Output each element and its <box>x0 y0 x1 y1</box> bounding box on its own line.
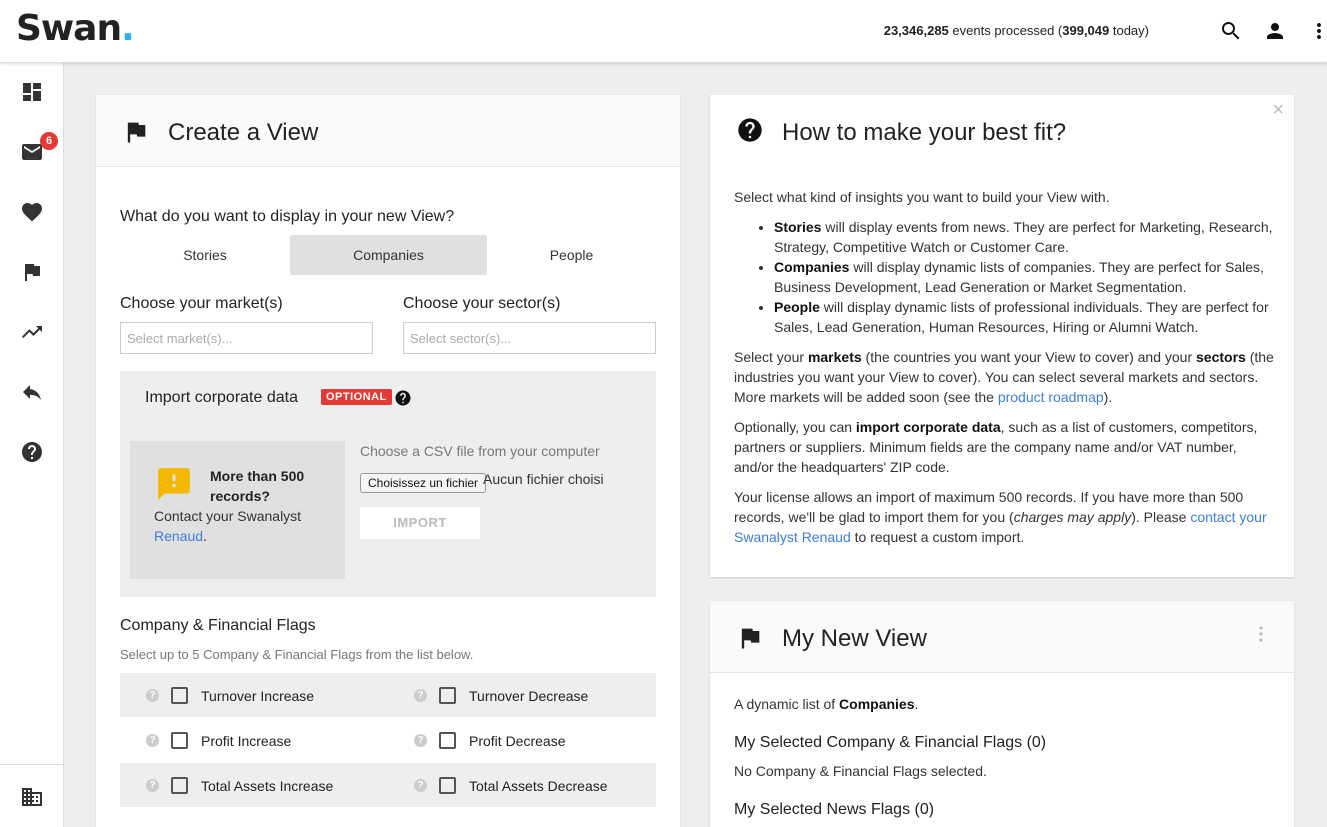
flags-subtitle: Select up to 5 Company & Financial Flags… <box>120 647 474 662</box>
new-view-header: My New View <box>710 601 1294 673</box>
sectors-select[interactable]: Select sector(s)... <box>403 322 656 354</box>
page-title: Create a View <box>168 119 319 146</box>
account-icon[interactable] <box>1263 19 1287 43</box>
sidebar: 6 <box>0 63 64 827</box>
sidebar-item-mail[interactable]: 6 <box>20 132 58 164</box>
new-view-card: My New View A dynamic list of Companies.… <box>710 601 1294 827</box>
product-roadmap-link[interactable]: product roadmap <box>998 389 1104 405</box>
records-warning: More than 500 records? Contact your Swan… <box>130 441 345 579</box>
flag-row: ? Turnover Increase ? Turnover Decrease <box>120 673 656 718</box>
markets-select[interactable]: Select market(s)... <box>120 322 373 354</box>
sidebar-divider <box>0 764 64 765</box>
help-title: How to make your best fit? <box>782 119 1067 146</box>
news-flags-heading: My Selected News Flags (0) <box>734 801 935 818</box>
checkbox[interactable] <box>439 732 456 749</box>
flag-total-assets-increase[interactable]: ? Total Assets Increase <box>146 763 386 808</box>
help-bullet-stories: Stories will display events from news. T… <box>774 217 1274 257</box>
checkbox[interactable] <box>171 687 188 704</box>
flag-icon <box>741 628 760 649</box>
new-view-description: A dynamic list of Companies. <box>734 696 919 712</box>
import-button[interactable]: IMPORT <box>360 507 480 539</box>
checkbox[interactable] <box>171 732 188 749</box>
tab-stories[interactable]: Stories <box>120 235 290 275</box>
tab-companies[interactable]: Companies <box>290 235 487 275</box>
flag-icon <box>127 122 146 143</box>
help-import-paragraph: Optionally, you can import corporate dat… <box>734 419 1258 475</box>
flag-row: ? Profit Increase ? Profit Decrease <box>120 718 656 763</box>
import-panel: Import corporate data OPTIONAL More than… <box>120 371 656 597</box>
help-license-paragraph: Your license allows an import of maximum… <box>734 489 1267 545</box>
more-vert-icon[interactable] <box>1307 19 1327 43</box>
help-body: Select what kind of insights you want to… <box>734 187 1274 557</box>
flag-total-assets-decrease[interactable]: ? Total Assets Decrease <box>414 763 654 808</box>
file-name: Aucun fichier choisi <box>483 471 604 487</box>
markets-label: Choose your market(s) <box>120 295 283 312</box>
flag-profit-decrease[interactable]: ? Profit Decrease <box>414 718 654 763</box>
reply-icon[interactable] <box>20 380 44 404</box>
info-icon[interactable]: ? <box>414 734 427 747</box>
flag-icon[interactable] <box>20 260 44 284</box>
heart-icon[interactable] <box>20 200 44 224</box>
close-icon[interactable]: × <box>1272 99 1284 122</box>
help-bullet-companies: Companies will display dynamic lists of … <box>774 257 1274 297</box>
tab-people[interactable]: People <box>487 235 656 275</box>
flag-turnover-decrease[interactable]: ? Turnover Decrease <box>414 673 654 718</box>
events-total: 23,346,285 <box>883 23 949 38</box>
top-bar: Swan. 23,346,285 events processed (399,0… <box>0 0 1327 63</box>
create-view-header: Create a View <box>96 95 680 167</box>
csv-label: Choose a CSV file from your computer <box>360 443 600 459</box>
flag-row: ? Total Assets Increase ? Total Assets D… <box>120 763 656 808</box>
flag-turnover-increase[interactable]: ? Turnover Increase <box>146 673 386 718</box>
info-icon[interactable]: ? <box>146 689 159 702</box>
mail-badge: 6 <box>40 132 58 150</box>
warning-title: More than 500 records? <box>210 468 305 504</box>
info-icon[interactable]: ? <box>414 689 427 702</box>
choose-file-button[interactable]: Choisissez un fichier <box>360 473 487 493</box>
help-card: × How to make your best fit? Select what… <box>710 95 1294 577</box>
help-bullets: Stories will display events from news. T… <box>774 217 1274 337</box>
display-question: What do you want to display in your new … <box>120 208 455 225</box>
info-icon[interactable]: ? <box>146 779 159 792</box>
flag-profit-increase[interactable]: ? Profit Increase <box>146 718 386 763</box>
checkbox[interactable] <box>439 777 456 794</box>
more-vert-icon[interactable] <box>1258 625 1264 643</box>
events-counter: 23,346,285 events processed (399,049 tod… <box>883 23 1149 38</box>
help-intro: Select what kind of insights you want to… <box>734 189 1110 205</box>
swan-logo[interactable]: Swan. <box>16 8 135 49</box>
help-markets-paragraph: Select your markets (the countries you w… <box>734 349 1274 405</box>
business-icon[interactable] <box>20 785 44 809</box>
help-icon <box>738 118 762 142</box>
sectors-label: Choose your sector(s) <box>403 295 561 312</box>
checkbox[interactable] <box>439 687 456 704</box>
create-view-card: Create a View What do you want to displa… <box>96 95 680 827</box>
info-icon[interactable]: ? <box>414 779 427 792</box>
checkbox[interactable] <box>171 777 188 794</box>
display-type-tabs: Stories Companies People <box>120 235 656 275</box>
trending-up-icon[interactable] <box>20 320 44 344</box>
help-icon[interactable] <box>394 389 412 407</box>
selected-flags-heading: My Selected Company & Financial Flags (0… <box>734 734 1047 751</box>
optional-badge: OPTIONAL <box>321 389 392 405</box>
help-bullet-people: People will display dynamic lists of pro… <box>774 297 1274 337</box>
selected-flags-empty: No Company & Financial Flags selected. <box>734 763 987 779</box>
warning-text: Contact your Swanalyst Renaud. <box>154 508 302 544</box>
search-icon[interactable] <box>1219 19 1243 43</box>
import-title: Import corporate data <box>145 389 298 406</box>
events-today: 399,049 <box>1062 23 1110 38</box>
flags-title: Company & Financial Flags <box>120 617 316 634</box>
feedback-warning-icon <box>158 468 190 500</box>
swanalyst-link[interactable]: Renaud <box>154 528 203 544</box>
help-icon[interactable] <box>20 440 44 464</box>
new-view-title: My New View <box>782 625 927 652</box>
info-icon[interactable]: ? <box>146 734 159 747</box>
dashboard-icon[interactable] <box>20 80 44 104</box>
